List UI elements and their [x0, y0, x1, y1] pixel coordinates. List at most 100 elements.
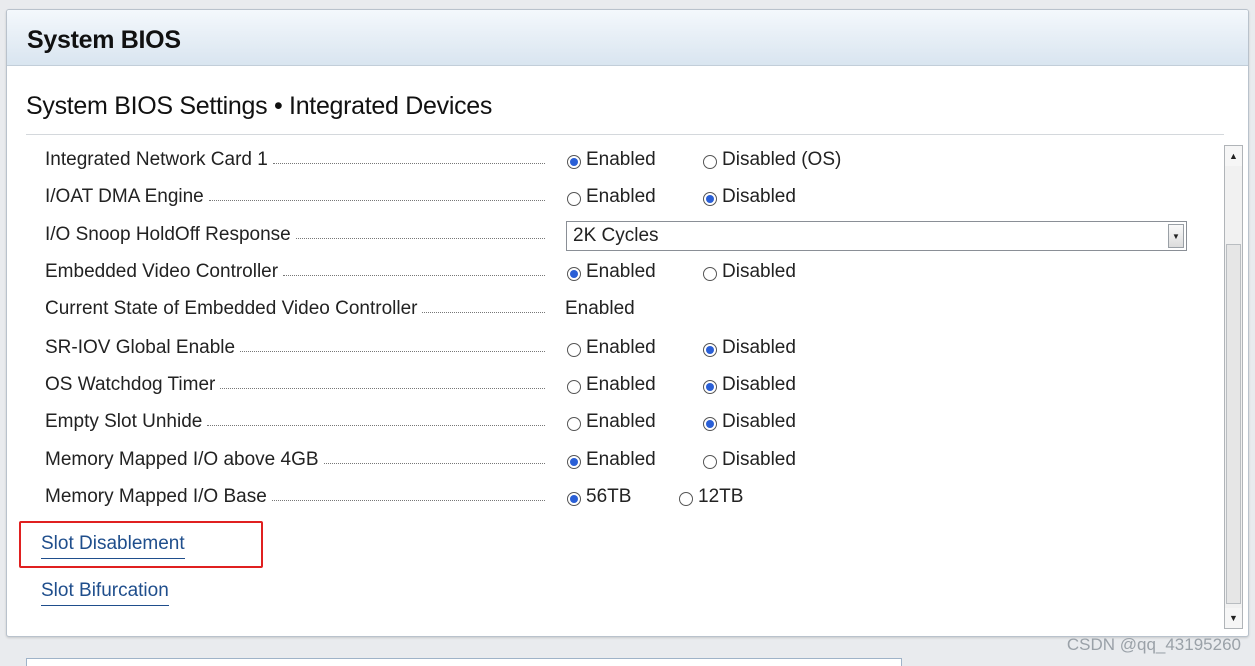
- slot-bifurcation-link[interactable]: Slot Bifurcation: [41, 580, 169, 606]
- vertical-scrollbar[interactable]: ▲ ▼: [1224, 145, 1243, 629]
- radio-selected-icon[interactable]: [567, 492, 581, 506]
- scroll-up-arrow-icon[interactable]: ▲: [1225, 146, 1242, 166]
- setting-label-text: Memory Mapped I/O above 4GB: [45, 449, 319, 470]
- radio-option-enabled[interactable]: Enabled: [567, 186, 656, 208]
- radio-selected-icon[interactable]: [703, 192, 717, 206]
- leader-dots: [283, 274, 545, 276]
- radio-selected-icon[interactable]: [703, 417, 717, 431]
- radio-selected-icon[interactable]: [703, 343, 717, 357]
- scroll-down-arrow-icon[interactable]: ▼: [1225, 608, 1242, 628]
- radio-option-disabled[interactable]: Disabled: [703, 449, 796, 471]
- radio-option-disabled-os[interactable]: Disabled (OS): [703, 149, 841, 171]
- io-snoop-holdoff-select[interactable]: 2K Cycles ▼: [566, 221, 1187, 251]
- radio-option-disabled[interactable]: Disabled: [703, 337, 796, 359]
- setting-label: Embedded Video Controller: [45, 261, 545, 283]
- leader-dots: [272, 162, 545, 164]
- radio-option-enabled[interactable]: Enabled: [567, 449, 656, 471]
- radio-option-label: Disabled: [722, 411, 796, 432]
- radio-unselected-icon[interactable]: [679, 492, 693, 506]
- radio-unselected-icon[interactable]: [567, 343, 581, 357]
- watermark: CSDN @qq_43195260: [1066, 635, 1241, 654]
- setting-row-embedded-video-controller: Embedded Video Controller Enabled Disabled: [45, 258, 1195, 288]
- bottom-panel: [26, 658, 902, 666]
- setting-label: OS Watchdog Timer: [45, 374, 545, 396]
- radio-option-56tb[interactable]: 56TB: [567, 486, 631, 508]
- setting-row-integrated-network-card-1: Integrated Network Card 1 Enabled Disabled…: [45, 146, 1195, 176]
- leader-dots: [295, 237, 545, 239]
- radio-option-label: Enabled: [586, 449, 656, 470]
- setting-label-text: Integrated Network Card 1: [45, 149, 268, 170]
- setting-label-text: I/O Snoop HoldOff Response: [45, 224, 291, 245]
- radio-option-label: Enabled: [586, 411, 656, 432]
- radio-option-label: Disabled: [722, 261, 796, 282]
- radio-unselected-icon[interactable]: [703, 267, 717, 281]
- setting-label: Memory Mapped I/O Base: [45, 486, 545, 508]
- leader-dots: [323, 462, 545, 464]
- radio-option-enabled[interactable]: Enabled: [567, 337, 656, 359]
- radio-selected-icon[interactable]: [567, 455, 581, 469]
- setting-label: Empty Slot Unhide: [45, 411, 545, 433]
- radio-selected-icon[interactable]: [567, 155, 581, 169]
- bios-window: System BIOS System BIOS Settings • Integ…: [6, 9, 1249, 637]
- setting-row-i-o-snoop-holdoff-response: I/O Snoop HoldOff Response 2K Cycles ▼: [45, 221, 1195, 251]
- setting-label: SR-IOV Global Enable: [45, 337, 545, 359]
- leader-dots: [240, 350, 545, 352]
- radio-unselected-icon[interactable]: [567, 380, 581, 394]
- title-bar: System BIOS: [7, 10, 1248, 66]
- radio-option-label: Disabled: [722, 337, 796, 358]
- radio-option-label: Disabled (OS): [722, 149, 842, 170]
- radio-option-enabled[interactable]: Enabled: [567, 261, 656, 283]
- setting-row-sr-iov-global-enable: SR-IOV Global Enable Enabled Disabled: [45, 334, 1195, 364]
- setting-row-empty-slot-unhide: Empty Slot Unhide Enabled Disabled: [45, 408, 1195, 438]
- setting-label: Memory Mapped I/O above 4GB: [45, 449, 545, 471]
- leader-dots: [208, 199, 545, 201]
- setting-row-memory-mapped-i-o-base: Memory Mapped I/O Base 56TB 12TB: [45, 483, 1195, 513]
- radio-option-12tb[interactable]: 12TB: [679, 486, 743, 508]
- dropdown-arrow-icon[interactable]: ▼: [1168, 224, 1184, 248]
- radio-unselected-icon[interactable]: [703, 455, 717, 469]
- radio-option-label: Enabled: [586, 374, 656, 395]
- setting-label-text: I/OAT DMA Engine: [45, 186, 204, 207]
- select-value: 2K Cycles: [573, 225, 659, 246]
- section-divider: [26, 134, 1224, 135]
- radio-option-label: Enabled: [586, 149, 656, 170]
- radio-option-disabled[interactable]: Disabled: [703, 374, 796, 396]
- leader-dots: [271, 499, 545, 501]
- radio-selected-icon[interactable]: [567, 267, 581, 281]
- setting-label-text: OS Watchdog Timer: [45, 374, 216, 395]
- scroll-thumb[interactable]: [1226, 244, 1241, 604]
- setting-label: Current State of Embedded Video Controll…: [45, 298, 545, 320]
- slot-disablement-link[interactable]: Slot Disablement: [41, 533, 185, 559]
- setting-label-text: Embedded Video Controller: [45, 261, 279, 282]
- radio-option-label: Disabled: [722, 449, 796, 470]
- leader-dots: [422, 311, 545, 313]
- setting-label: I/OAT DMA Engine: [45, 186, 545, 208]
- setting-label-text: Current State of Embedded Video Controll…: [45, 298, 418, 319]
- radio-option-label: Disabled: [722, 186, 796, 207]
- radio-option-disabled[interactable]: Disabled: [703, 411, 796, 433]
- leader-dots: [207, 424, 545, 426]
- radio-selected-icon[interactable]: [703, 380, 717, 394]
- radio-option-label: Enabled: [586, 186, 656, 207]
- setting-label: I/O Snoop HoldOff Response: [45, 224, 545, 246]
- radio-option-enabled[interactable]: Enabled: [567, 411, 656, 433]
- radio-unselected-icon[interactable]: [567, 417, 581, 431]
- setting-row-current-state-of-embedded-video-controller: Current State of Embedded Video Controll…: [45, 295, 1195, 325]
- radio-option-disabled[interactable]: Disabled: [703, 261, 796, 283]
- setting-label-text: SR-IOV Global Enable: [45, 337, 236, 358]
- radio-option-label: Enabled: [586, 261, 656, 282]
- radio-option-enabled[interactable]: Enabled: [567, 149, 656, 171]
- setting-row-memory-mapped-i-o-above-4gb: Memory Mapped I/O above 4GB Enabled Disabl…: [45, 446, 1195, 476]
- app-title: System BIOS: [27, 26, 181, 54]
- radio-option-label: Disabled: [722, 374, 796, 395]
- setting-row-i-oat-dma-engine: I/OAT DMA Engine Enabled Disabled: [45, 183, 1195, 213]
- setting-static-value: Enabled: [565, 298, 635, 319]
- radio-option-enabled[interactable]: Enabled: [567, 374, 656, 396]
- radio-option-disabled[interactable]: Disabled: [703, 186, 796, 208]
- radio-unselected-icon[interactable]: [567, 192, 581, 206]
- radio-unselected-icon[interactable]: [703, 155, 717, 169]
- setting-label-text: Memory Mapped I/O Base: [45, 486, 267, 507]
- radio-option-label: 56TB: [586, 486, 632, 507]
- leader-dots: [220, 387, 545, 389]
- setting-label-text: Empty Slot Unhide: [45, 411, 203, 432]
